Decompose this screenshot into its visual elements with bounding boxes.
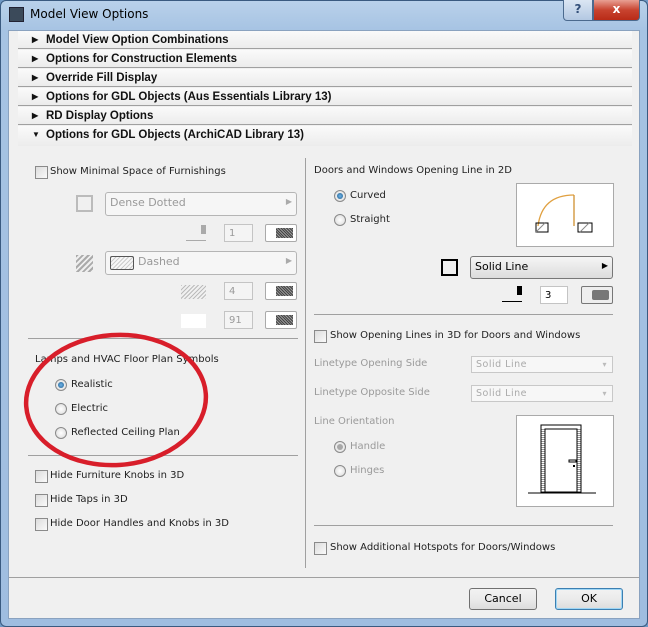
expand-triangle-icon: ▶ xyxy=(32,73,39,82)
curved-label: Curved xyxy=(350,190,386,201)
accordion-rd-display[interactable]: ▶ RD Display Options xyxy=(18,107,632,125)
divider xyxy=(314,314,613,315)
ok-button[interactable]: OK xyxy=(555,588,623,610)
dropdown-arrow-icon: ▶ xyxy=(285,256,292,265)
linetype-opposite-select[interactable]: Solid Line ▾ xyxy=(471,385,613,402)
close-button[interactable]: x xyxy=(593,0,640,21)
linetype-opening-label: Linetype Opening Side xyxy=(314,358,428,369)
hinges-label: Hinges xyxy=(350,465,385,476)
vertical-divider xyxy=(305,158,306,568)
accordion-override-fill[interactable]: ▶ Override Fill Display xyxy=(18,69,632,87)
accordion-construction-elements[interactable]: ▶ Options for Construction Elements xyxy=(18,50,632,68)
dropdown-arrow-icon: ▶ xyxy=(285,197,292,206)
straight-label: Straight xyxy=(350,214,390,225)
pen-icon xyxy=(502,286,522,302)
divider xyxy=(314,525,613,526)
fill-type-dropdown[interactable]: Dashed ▶ xyxy=(105,251,297,275)
line-swatch[interactable] xyxy=(76,195,93,212)
expand-triangle-icon: ▶ xyxy=(32,111,39,120)
hinges-radio[interactable] xyxy=(334,465,346,477)
accordion-gdl-aus[interactable]: ▶ Options for GDL Objects (Aus Essentials… xyxy=(18,88,632,106)
line-pen-field[interactable]: 1 xyxy=(224,224,253,242)
expand-triangle-icon: ▶ xyxy=(32,92,39,101)
expand-triangle-icon: ▶ xyxy=(32,35,39,44)
footer-divider xyxy=(9,577,639,578)
handle-label: Handle xyxy=(350,441,386,452)
hide-furniture-knobs-checkbox[interactable] xyxy=(35,470,48,483)
linetype-opening-select[interactable]: Solid Line ▾ xyxy=(471,356,613,373)
help-button[interactable]: ? xyxy=(563,0,593,21)
lamps-label: Lamps and HVAC Floor Plan Symbols xyxy=(35,354,219,365)
accordion-model-view-combinations[interactable]: ▶ Model View Option Combinations xyxy=(18,31,632,49)
fill-pen-icon xyxy=(181,285,206,299)
background-pen-button[interactable] xyxy=(265,311,297,329)
line-pen-button[interactable] xyxy=(265,224,297,242)
minimal-space-label: Show Minimal Space of Furnishings xyxy=(50,166,226,177)
line-type-value: Dense Dotted xyxy=(110,196,186,209)
dashed-fill-icon xyxy=(110,256,134,270)
additional-hotspots-label: Show Additional Hotspots for Doors/Windo… xyxy=(330,542,556,553)
divider xyxy=(28,338,298,339)
accordion-gdl-archicad[interactable]: ▼ Options for GDL Objects (ArchiCAD Libra… xyxy=(18,126,632,146)
electric-label: Electric xyxy=(71,403,109,414)
background-pen-icon xyxy=(181,314,206,328)
opening-line-label: Doors and Windows Opening Line in 2D xyxy=(314,165,512,176)
collapse-triangle-icon: ▼ xyxy=(32,130,40,139)
door-preview xyxy=(516,415,614,507)
minimal-space-checkbox[interactable] xyxy=(35,166,48,179)
select-value: Solid Line xyxy=(476,359,527,370)
accordion-label: Override Fill Display xyxy=(46,72,158,84)
app-icon xyxy=(9,7,24,22)
accordion-label: Options for Construction Elements xyxy=(46,53,238,65)
show-opening-3d-checkbox[interactable] xyxy=(314,330,327,343)
accordion-label: Options for GDL Objects (Aus Essentials … xyxy=(46,91,332,103)
line-type-dropdown[interactable]: Dense Dotted ▶ xyxy=(105,192,297,216)
curved-radio[interactable] xyxy=(334,190,346,202)
chevron-down-icon: ▾ xyxy=(602,389,607,398)
pen-icon xyxy=(186,225,206,241)
opening-line-swatch[interactable] xyxy=(441,259,458,276)
hide-taps-label: Hide Taps in 3D xyxy=(50,494,128,505)
line-orientation-label: Line Orientation xyxy=(314,416,395,427)
fill-type-value: Dashed xyxy=(138,255,180,268)
window-title: Model View Options xyxy=(30,7,149,21)
divider xyxy=(28,455,298,456)
handle-radio[interactable] xyxy=(334,441,346,453)
electric-radio[interactable] xyxy=(55,403,67,415)
realistic-radio[interactable] xyxy=(55,379,67,391)
hide-door-handles-checkbox[interactable] xyxy=(35,518,48,531)
reflected-ceiling-radio[interactable] xyxy=(55,427,67,439)
hide-door-handles-label: Hide Door Handles and Knobs in 3D xyxy=(50,518,229,529)
accordion-label: RD Display Options xyxy=(46,110,154,122)
additional-hotspots-checkbox[interactable] xyxy=(314,542,327,555)
opening-preview xyxy=(516,183,614,247)
hide-taps-checkbox[interactable] xyxy=(35,494,48,507)
fill-pen-field[interactable]: 4 xyxy=(224,282,253,300)
chevron-down-icon: ▾ xyxy=(602,360,607,369)
opening-pen-button[interactable] xyxy=(581,286,613,304)
straight-radio[interactable] xyxy=(334,214,346,226)
select-value: Solid Line xyxy=(476,388,527,399)
accordion-label: Options for GDL Objects (ArchiCAD Librar… xyxy=(46,129,304,141)
expand-triangle-icon: ▶ xyxy=(32,54,39,63)
fill-swatch[interactable] xyxy=(76,255,93,272)
dropdown-arrow-icon: ▶ xyxy=(601,261,608,270)
reflected-ceiling-label: Reflected Ceiling Plan xyxy=(71,427,180,438)
realistic-label: Realistic xyxy=(71,379,113,390)
show-opening-3d-label: Show Opening Lines in 3D for Doors and W… xyxy=(330,330,581,341)
accordion-label: Model View Option Combinations xyxy=(46,34,229,46)
cancel-button[interactable]: Cancel xyxy=(469,588,537,610)
fill-pen-button[interactable] xyxy=(265,282,297,300)
hide-furniture-knobs-label: Hide Furniture Knobs in 3D xyxy=(50,470,185,481)
linetype-opposite-label: Linetype Opposite Side xyxy=(314,387,430,398)
background-pen-field[interactable]: 91 xyxy=(224,311,253,329)
opening-line-type-dropdown[interactable]: Solid Line ▶ xyxy=(470,256,613,279)
opening-pen-field[interactable]: 3 xyxy=(540,286,568,304)
opening-line-type-value: Solid Line xyxy=(475,260,529,273)
